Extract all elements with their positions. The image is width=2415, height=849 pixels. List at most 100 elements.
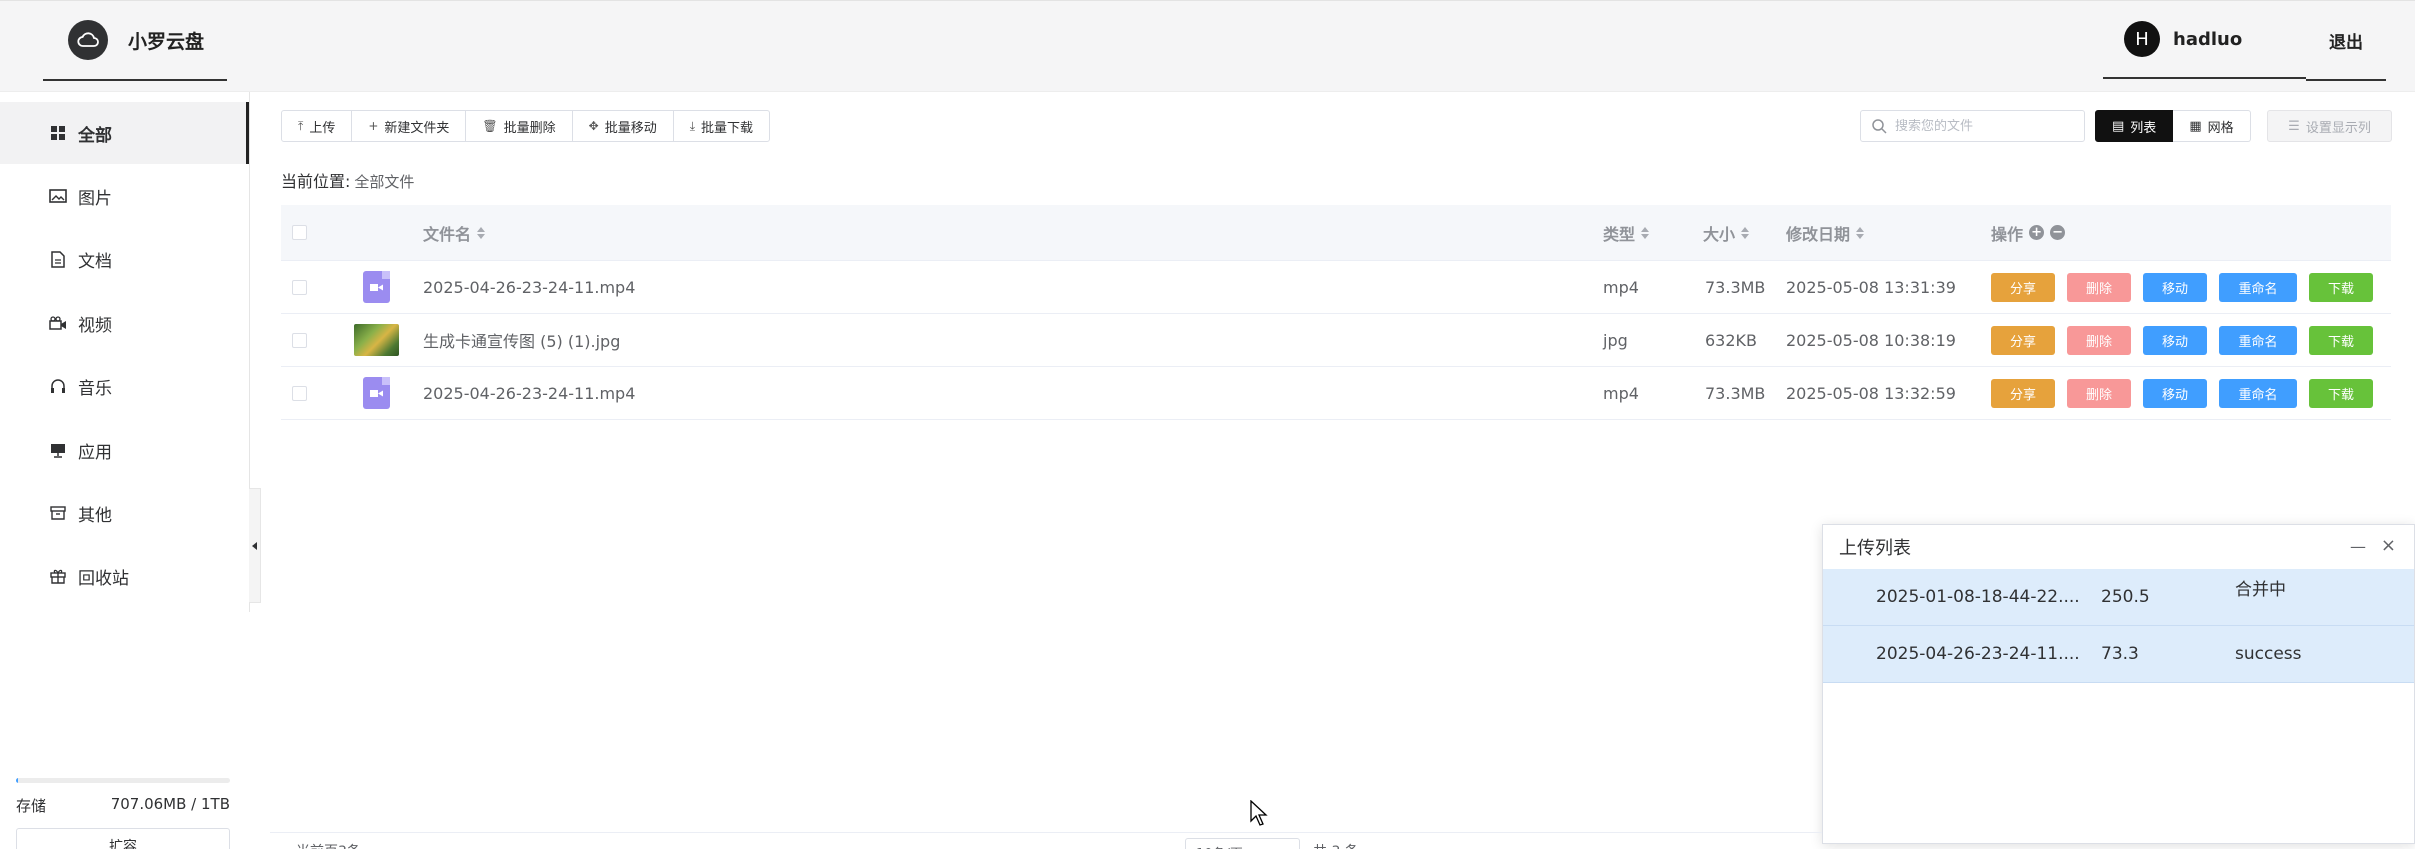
minimize-icon[interactable]: —	[2350, 537, 2366, 556]
caret-left-icon	[251, 541, 257, 550]
logout-button[interactable]: 退出	[2306, 1, 2386, 81]
file-name[interactable]: 2025-04-26-23-24-11.mp4	[423, 261, 635, 313]
location-label: 当前位置:	[281, 172, 351, 191]
move-button[interactable]: 移动	[2143, 325, 2207, 355]
add-circle-icon[interactable]: +	[2029, 225, 2045, 240]
file-modified: 2025-05-08 13:32:59	[1786, 383, 1956, 403]
list-view-button[interactable]: ▤ 列表	[2095, 110, 2174, 142]
column-settings-button[interactable]: ☰ 设置显示列	[2267, 110, 2392, 142]
move-button[interactable]: 移动	[2143, 272, 2207, 302]
batch-move-label: 批量移动	[604, 120, 657, 136]
upload-label: 上传	[309, 120, 336, 136]
sidebar-item-documents[interactable]: 文档	[0, 228, 249, 290]
table-row[interactable]: 2025-04-26-23-24-11.mp4 mp4 73.3MB 2025-05-…	[281, 367, 2391, 420]
file-size: 73.3MB	[1705, 383, 1766, 403]
file-thumbnail	[354, 314, 399, 366]
document-icon	[48, 249, 68, 269]
table-body: 2025-04-26-23-24-11.mp4 mp4 73.3MB 2025-05-…	[281, 261, 2391, 420]
file-name[interactable]: 生成卡通宣传图 (5) (1).jpg	[423, 314, 620, 366]
file-type: jpg	[1603, 330, 1628, 350]
header-modified[interactable]: 修改日期	[1786, 205, 1865, 260]
row-checkbox-cell	[292, 367, 307, 419]
image-thumbnail	[354, 324, 399, 356]
share-button[interactable]: 分享	[1991, 325, 2055, 355]
sidebar-item-music[interactable]: 音乐	[0, 355, 249, 417]
sliders-icon: ☰	[2288, 118, 2300, 134]
download-button[interactable]: 下载	[2309, 272, 2373, 302]
sidebar-item-all[interactable]: 全部	[0, 102, 249, 164]
share-button[interactable]: 分享	[1991, 378, 2055, 408]
storage-label: 存储	[16, 797, 47, 815]
upload-item-name: 2025-01-08-18-44-22....	[1876, 587, 2080, 607]
sidebar-item-recycle-bin[interactable]: 回收站	[0, 545, 249, 607]
row-checkbox[interactable]	[292, 279, 307, 295]
grid-view-button[interactable]: ▦ 网格	[2173, 110, 2251, 142]
file-toolbar: ⤒ 上传 + 新建文件夹 🗑 批量删除 ✥ 批量移动 ⤓ 批量下载	[281, 110, 771, 142]
username: hadluo	[2173, 28, 2243, 50]
batch-download-button[interactable]: ⤓ 批量下载	[674, 111, 769, 141]
sidebar-item-label: 图片	[78, 188, 112, 209]
view-toggle: ▤ 列表 ▦ 网格	[2095, 110, 2251, 142]
row-checkbox[interactable]	[292, 385, 307, 401]
sidebar-item-other[interactable]: 其他	[0, 482, 249, 544]
upload-item-status: 合并中	[2235, 580, 2286, 600]
sidebar: 全部 图片 文档 视频 音乐 应用 其他 回收站	[0, 92, 249, 849]
header-name-label: 文件名	[423, 224, 472, 244]
storage-progress-fill	[16, 778, 19, 783]
close-icon[interactable]: ×	[2381, 535, 2396, 556]
storage-progress	[16, 778, 230, 783]
header-actions-label: 操作	[1991, 224, 2024, 244]
upload-button[interactable]: ⤒ 上传	[282, 111, 353, 141]
file-name[interactable]: 2025-04-26-23-24-11.mp4	[423, 367, 635, 419]
headphones-icon	[48, 376, 68, 396]
header-size[interactable]: 大小	[1703, 205, 1750, 260]
collapse-sidebar-toggle[interactable]	[249, 488, 261, 603]
row-checkbox[interactable]	[292, 332, 307, 348]
new-folder-label: 新建文件夹	[384, 120, 450, 136]
batch-delete-button[interactable]: 🗑 批量删除	[466, 111, 573, 141]
recycle-bin-icon	[48, 566, 68, 586]
header-type[interactable]: 类型	[1603, 205, 1650, 260]
upload-item[interactable]: 2025-01-08-18-44-22.... 250.5 合并中	[1823, 569, 2414, 626]
select-all-checkbox-cell	[292, 205, 307, 260]
total-count: 共 3 条	[1313, 841, 1359, 849]
row-actions: 分享 删除 移动 重命名 下载	[1991, 261, 2385, 313]
sort-icon	[1741, 226, 1750, 239]
table-row[interactable]: 生成卡通宣传图 (5) (1).jpg jpg 632KB 2025-05-08 10…	[281, 314, 2391, 367]
sidebar-item-videos[interactable]: 视频	[0, 292, 249, 354]
file-type: mp4	[1603, 383, 1639, 403]
table-row[interactable]: 2025-04-26-23-24-11.mp4 mp4 73.3MB 2025-05-…	[281, 261, 2391, 314]
remove-circle-icon[interactable]: −	[2050, 225, 2066, 240]
rename-button[interactable]: 重命名	[2219, 272, 2297, 302]
share-button[interactable]: 分享	[1991, 272, 2055, 302]
download-button[interactable]: 下载	[2309, 378, 2373, 408]
rename-button[interactable]: 重命名	[2219, 378, 2297, 408]
rename-button[interactable]: 重命名	[2219, 325, 2297, 355]
search-input[interactable]	[1895, 118, 2075, 134]
new-folder-button[interactable]: + 新建文件夹	[352, 111, 467, 141]
download-button[interactable]: 下载	[2309, 325, 2373, 355]
delete-button[interactable]: 删除	[2067, 378, 2131, 408]
batch-move-button[interactable]: ✥ 批量移动	[573, 111, 674, 141]
upload-icon: ⤒	[298, 118, 304, 133]
sidebar-item-apps[interactable]: 应用	[0, 419, 249, 481]
download-icon: ⤓	[689, 118, 696, 133]
trash-icon: 🗑	[482, 119, 498, 133]
expand-storage-button[interactable]: 扩容	[16, 828, 230, 849]
pagination-bar: 当前页3条 10条/页 共 3 条	[270, 832, 1822, 849]
file-modified: 2025-05-08 10:38:19	[1786, 330, 1956, 350]
move-button[interactable]: 移动	[2143, 378, 2207, 408]
location-value[interactable]: 全部文件	[354, 173, 414, 191]
select-all-checkbox[interactable]	[292, 225, 307, 240]
delete-button[interactable]: 删除	[2067, 325, 2131, 355]
upload-item[interactable]: 2025-04-26-23-24-11.... 73.3 success	[1823, 626, 2414, 683]
page-total-text: 当前页3条	[296, 841, 361, 849]
sidebar-item-images[interactable]: 图片	[0, 165, 249, 227]
brand[interactable]: 小罗云盘	[43, 1, 227, 81]
user-menu[interactable]: H hadluo	[2103, 1, 2306, 79]
header-name[interactable]: 文件名	[423, 205, 486, 260]
sort-icon	[1856, 226, 1865, 239]
page-size-select[interactable]: 10条/页	[1185, 838, 1300, 849]
delete-button[interactable]: 删除	[2067, 272, 2131, 302]
grid-view-label: 网格	[2207, 120, 2234, 136]
